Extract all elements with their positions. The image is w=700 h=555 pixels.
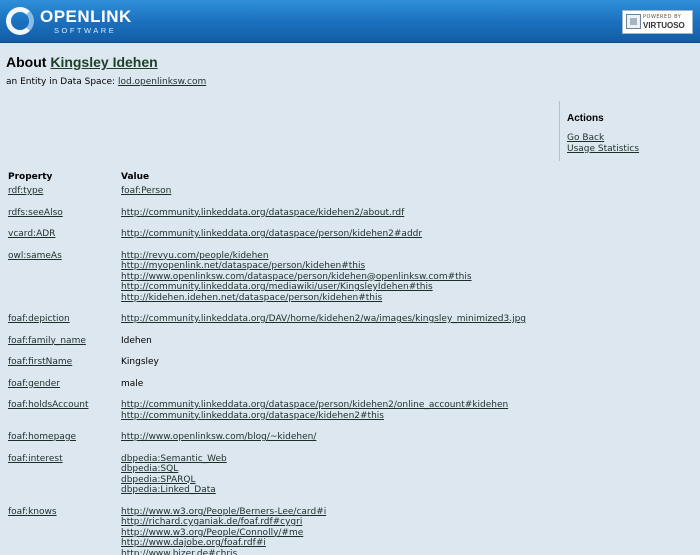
property-link[interactable]: foaf:depiction: [8, 314, 70, 325]
value-link[interactable]: http://community.linkeddata.org/DAV/home…: [121, 314, 696, 325]
value-text: Kingsley: [121, 357, 159, 367]
powered-by-virtuoso-badge[interactable]: POWERED BY VIRTUOSO: [622, 10, 693, 34]
property-values: http://community.linkeddata.org/dataspac…: [121, 208, 696, 219]
openlink-logo-icon: [6, 7, 34, 35]
usage-statistics-link[interactable]: Usage Statistics: [567, 144, 700, 155]
value-link[interactable]: http://www.w3.org/People/Connolly/#me: [121, 528, 696, 539]
property-link[interactable]: foaf:homepage: [8, 432, 76, 443]
property-link[interactable]: foaf:gender: [8, 379, 60, 390]
value-link[interactable]: http://community.linkeddata.org/dataspac…: [121, 400, 696, 411]
about-prefix: About: [6, 54, 47, 70]
value-column-header: Value: [121, 172, 150, 182]
logo-sub-text: SOFTWARE: [54, 26, 117, 35]
property-link[interactable]: owl:sameAs: [8, 251, 62, 262]
value-link[interactable]: http://community.linkeddata.org/dataspac…: [121, 411, 696, 422]
value-link[interactable]: dbpedia:SQL: [121, 464, 696, 475]
value-link[interactable]: dbpedia:SPARQL: [121, 475, 696, 486]
property-values: male: [121, 379, 696, 390]
page-title: About Kingsley Idehen: [6, 54, 158, 70]
actions-panel: Actions Go Back Usage Statistics: [559, 101, 700, 161]
openlink-logo[interactable]: OPENLINK SOFTWARE: [6, 5, 131, 37]
property-link[interactable]: vcard:ADR: [8, 229, 55, 240]
subtitle-prefix: an Entity in Data Space:: [6, 77, 116, 87]
actions-title: Actions: [567, 113, 604, 124]
value-text: male: [121, 378, 144, 389]
property-link[interactable]: rdf:type: [8, 186, 43, 197]
value-link[interactable]: http://www.openlinksw.com/blog/~kidehen/: [121, 432, 696, 443]
value-link[interactable]: http://www.bizer.de#chris: [121, 549, 696, 555]
property-values: http://www.openlinksw.com/blog/~kidehen/: [121, 432, 696, 443]
value-link[interactable]: http://community.linkeddata.org/mediawik…: [121, 282, 696, 293]
value-link[interactable]: http://myopenlink.net/dataspace/person/k…: [121, 261, 696, 272]
value-link[interactable]: http://community.linkeddata.org/dataspac…: [121, 229, 696, 240]
property-values: http://community.linkeddata.org/dataspac…: [121, 229, 696, 240]
go-back-link[interactable]: Go Back: [567, 133, 700, 144]
property-values: Kingsley: [121, 357, 696, 368]
value-text: Idehen: [121, 335, 152, 346]
property-values: Idehen: [121, 336, 696, 347]
value-link[interactable]: http://www.dajobe.org/foaf.rdf#i: [121, 538, 696, 549]
value-link[interactable]: dbpedia:Linked_Data: [121, 485, 696, 496]
value-link[interactable]: foaf:Person: [121, 186, 696, 197]
property-link[interactable]: foaf:holdsAccount: [8, 400, 89, 411]
header-bar: OPENLINK SOFTWARE POWERED BY VIRTUOSO: [0, 0, 700, 43]
property-link[interactable]: foaf:family_name: [8, 336, 86, 347]
value-link[interactable]: http://kidehen.idehen.net/dataspace/pers…: [121, 293, 696, 304]
logo-main-text: OPENLINK: [40, 7, 132, 26]
property-values: dbpedia:Semantic_Web dbpedia:SQL dbpedia:S…: [121, 454, 696, 496]
entity-name-link[interactable]: Kingsley Idehen: [50, 54, 157, 70]
property-link[interactable]: foaf:firstName: [8, 357, 72, 368]
property-link[interactable]: rdfs:seeAlso: [8, 208, 63, 219]
property-values: http://revyu.com/people/kidehen http://my…: [121, 251, 696, 304]
property-values: http://www.w3.org/People/Berners-Lee/car…: [121, 507, 696, 555]
virtuoso-label: VIRTUOSO: [643, 21, 685, 30]
property-link[interactable]: foaf:interest: [8, 454, 63, 465]
value-link[interactable]: http://www.openlinksw.com/dataspace/pers…: [121, 272, 696, 283]
value-link[interactable]: http://www.w3.org/People/Berners-Lee/car…: [121, 507, 696, 518]
property-values: foaf:Person: [121, 186, 696, 197]
value-link[interactable]: http://revyu.com/people/kidehen: [121, 251, 696, 262]
value-link[interactable]: http://community.linkeddata.org/dataspac…: [121, 208, 696, 219]
page-subtitle: an Entity in Data Space: lod.openlinksw.…: [6, 77, 206, 87]
value-link[interactable]: http://richard.cyganiak.de/foaf.rdf#cygr…: [121, 517, 696, 528]
property-link[interactable]: foaf:knows: [8, 507, 57, 518]
data-space-link[interactable]: lod.openlinksw.com: [118, 77, 206, 87]
property-values: http://community.linkeddata.org/DAV/home…: [121, 314, 696, 325]
virtuoso-icon: [626, 14, 641, 29]
value-link[interactable]: dbpedia:Semantic_Web: [121, 454, 696, 465]
property-values: http://community.linkeddata.org/dataspac…: [121, 400, 696, 421]
property-column-header: Property: [8, 172, 53, 182]
powered-by-label: POWERED BY: [643, 14, 682, 20]
